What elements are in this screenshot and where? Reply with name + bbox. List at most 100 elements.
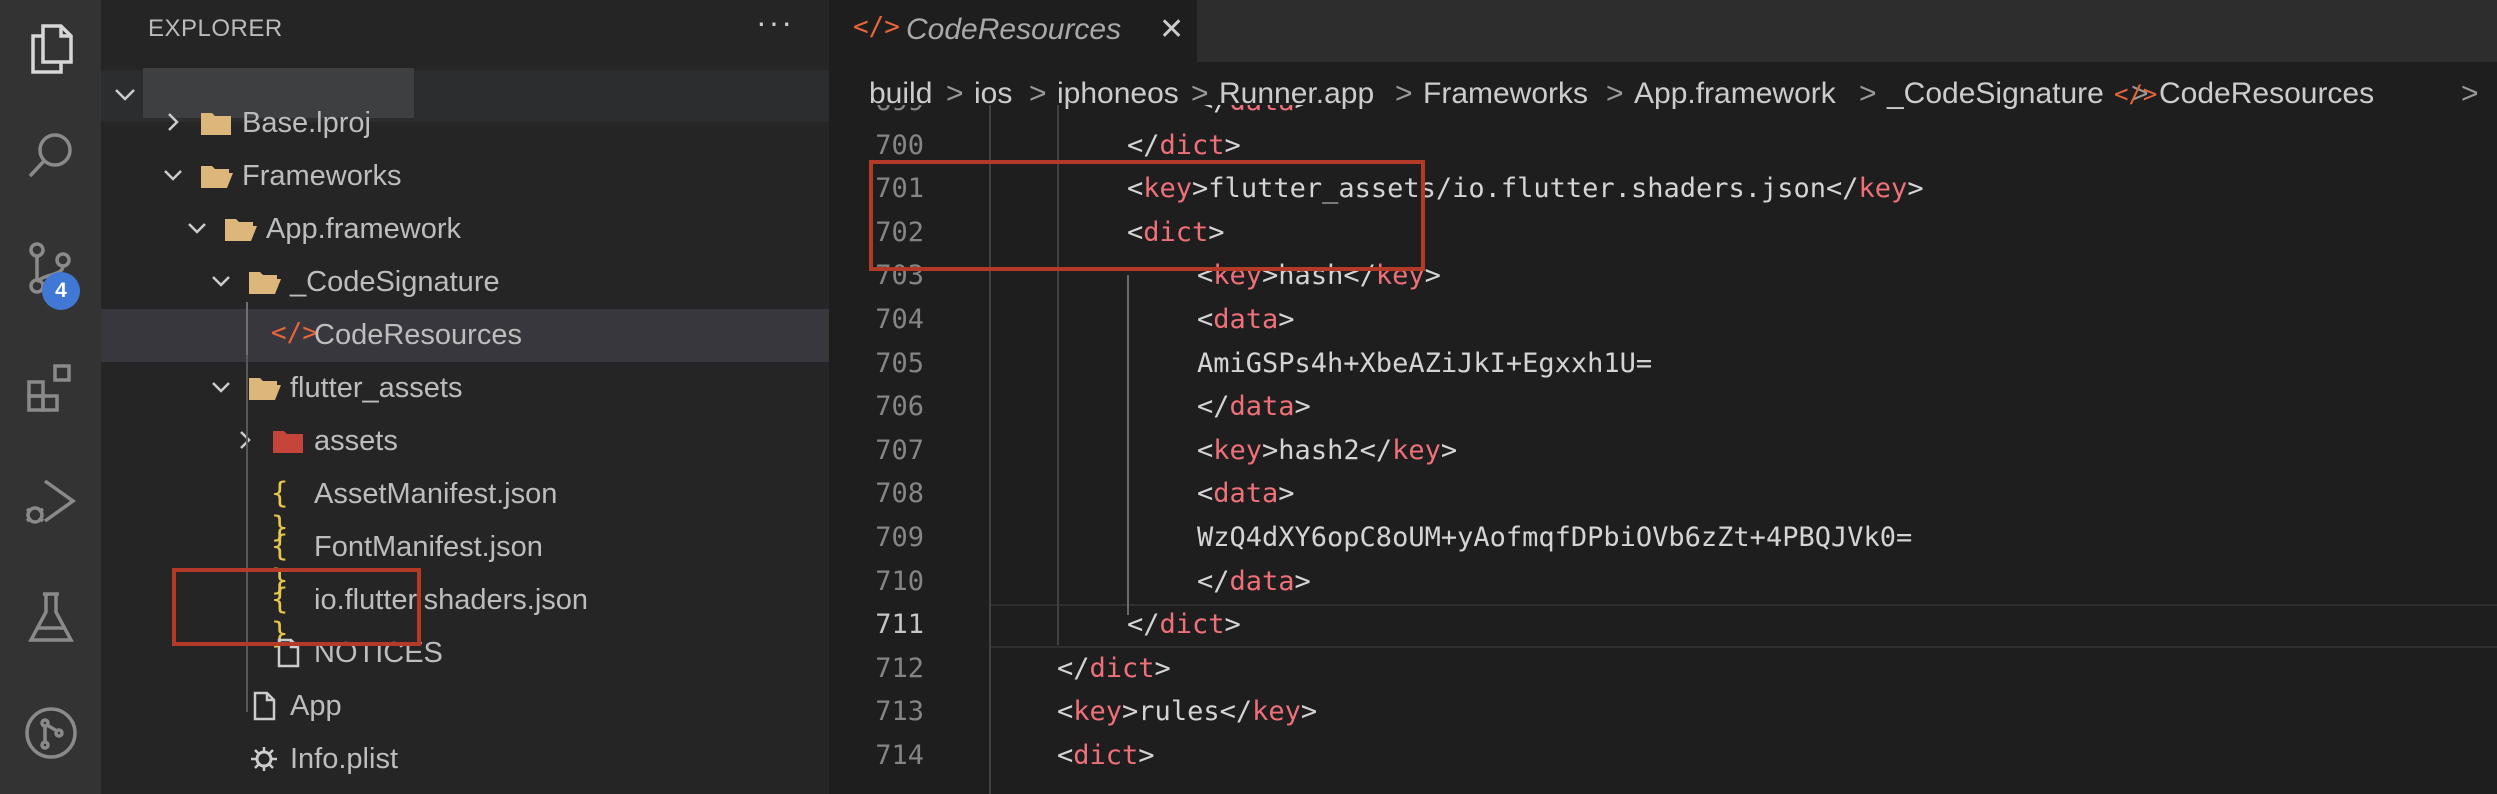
line-number: 704 <box>875 304 924 335</box>
line-number: 709 <box>875 522 924 553</box>
xml-file-icon: </> <box>853 12 900 42</box>
chevron-right-icon[interactable] <box>162 111 184 133</box>
code-line[interactable]: 712 </dict> <box>829 648 2497 692</box>
chevron-down-icon[interactable] <box>210 270 232 292</box>
tab-title: CodeResources <box>906 13 1122 46</box>
tree-item-label: assets <box>314 425 398 457</box>
run-debug-icon[interactable] <box>0 455 101 551</box>
line-number: 714 <box>875 740 924 771</box>
explorer-title: EXPLORER <box>148 15 283 42</box>
tree-item[interactable]: { } FontManifest.json <box>101 521 829 597</box>
json-file-icon: { } <box>271 476 288 544</box>
tree-item[interactable]: </> CodeResources <box>101 309 829 362</box>
chevron-down-icon[interactable] <box>162 164 184 186</box>
code-text: </dict> <box>1127 609 1241 641</box>
code-text: </data> <box>1197 565 1311 597</box>
close-icon[interactable]: ✕ <box>1159 12 1184 47</box>
indent-guide <box>246 302 248 712</box>
code-text: <dict> <box>1057 740 1155 771</box>
code-line[interactable]: 711 </dict> <box>829 604 2497 649</box>
code-text: WzQ4dXY6opC8oUM+yAofmqfDPbiOVb6zZt+4PBQJ… <box>1197 522 1913 553</box>
line-number: 712 <box>875 652 924 684</box>
xml-file-icon: </> <box>2114 80 2158 108</box>
indent-guide-active <box>1127 275 1129 615</box>
tree-item-label: CodeResources <box>314 319 522 351</box>
code-line[interactable]: 704 <data> <box>829 299 2497 343</box>
tree-item-label: AssetManifest.json <box>314 478 558 510</box>
assets-folder-icon <box>273 431 303 453</box>
scm-badge: 4 <box>42 272 80 310</box>
line-number: 705 <box>875 347 924 379</box>
tree-item[interactable]: { } AssetManifest.json <box>101 468 829 544</box>
tree-item-label: Frameworks <box>242 160 402 192</box>
line-number: 706 <box>875 391 924 423</box>
code-line[interactable]: 713 <key>rules</key> <box>829 691 2497 735</box>
folder-icon <box>249 272 281 294</box>
code-line[interactable]: 709 WzQ4dXY6opC8oUM+yAofmqfDPbiOVb6zZt+4P… <box>829 517 2497 561</box>
editor: </> CodeResources ✕ build > ios > iphoneos > R… <box>829 0 2497 794</box>
search-icon[interactable] <box>0 108 101 204</box>
code-text: <data> <box>1197 478 1295 510</box>
tree-item-label: Info.plist <box>290 743 398 775</box>
code-text: </dict> <box>1127 129 1241 161</box>
testing-icon[interactable] <box>0 570 101 666</box>
git-graph-icon[interactable] <box>0 685 101 781</box>
more-actions-button[interactable]: ··· <box>756 4 794 41</box>
xml-file-icon: </> <box>271 318 318 348</box>
line-number: 708 <box>875 478 924 510</box>
line-number: 710 <box>875 565 924 597</box>
code-line[interactable]: 714 <dict> <box>829 735 2497 779</box>
tree-item[interactable]: Base.lproj <box>101 97 829 150</box>
tree-item[interactable]: App <box>101 680 829 733</box>
folder-icon <box>201 166 233 188</box>
code-line[interactable]: 710 </data> <box>829 561 2497 605</box>
tree-item-label: Base.lproj <box>242 107 371 139</box>
tab-coderesources[interactable]: </> CodeResources ✕ <box>829 0 1197 62</box>
code-text: </data> <box>1197 105 1311 117</box>
line-number: 713 <box>875 696 924 728</box>
chevron-down-icon[interactable] <box>210 376 232 398</box>
code-line[interactable]: 706 </data> <box>829 386 2497 430</box>
code-line[interactable]: 707 <key>hash2</key> <box>829 430 2497 474</box>
explorer-sidebar: EXPLORER ··· Base.lproj Frameworks App.fra… <box>101 0 829 794</box>
code-line[interactable]: 708 <data> <box>829 473 2497 517</box>
code-text: <data> <box>1197 304 1295 335</box>
tree-item[interactable]: _CodeSignature <box>101 256 829 309</box>
folder-icon <box>249 378 281 400</box>
tree-item[interactable]: flutter_assets <box>101 362 829 415</box>
tree-item-label: _CodeSignature <box>290 266 500 298</box>
files-icon[interactable] <box>0 0 101 96</box>
code-line[interactable]: 699 </data> <box>829 105 2497 125</box>
tree-item[interactable]: Frameworks <box>101 150 829 203</box>
line-number: 707 <box>875 434 924 466</box>
highlight-box-code <box>869 160 1425 271</box>
extensions-icon[interactable] <box>0 340 101 436</box>
chevron-right-icon[interactable] <box>234 429 256 451</box>
gear-icon <box>251 747 277 771</box>
code-text: <key>hash2</key> <box>1197 434 1458 466</box>
chevron-down-icon[interactable] <box>186 217 208 239</box>
tab-bar: </> CodeResources ✕ <box>829 0 2497 62</box>
code-text: </data> <box>1197 391 1311 423</box>
tree-item[interactable]: App.framework <box>101 203 829 256</box>
tree-item-label: FontManifest.json <box>314 531 543 563</box>
tree-item-label: App.framework <box>266 213 462 245</box>
activity-bar: 4 <box>0 0 101 794</box>
tree-item-label: App <box>290 690 342 722</box>
json-file-icon: { } <box>271 529 288 597</box>
code-text: <key>rules</key> <box>1057 696 1318 728</box>
tree-item[interactable]: assets <box>101 415 829 468</box>
line-number: 711 <box>875 609 924 641</box>
line-number: 699 <box>829 105 924 117</box>
file-icon <box>253 691 276 721</box>
code-line[interactable]: 705 AmiGSPs4h+XbeAZiJkI+Egxxh1U= <box>829 343 2497 387</box>
folder-icon <box>225 219 257 241</box>
code-text: </dict> <box>1057 652 1171 684</box>
folder-icon <box>201 113 231 135</box>
tree-item-label: flutter_assets <box>290 372 463 404</box>
line-number: 700 <box>875 129 924 161</box>
highlight-box-file <box>172 568 421 646</box>
tree-item[interactable]: Info.plist <box>101 733 829 786</box>
indent-guide-active <box>246 302 248 355</box>
code-text: AmiGSPs4h+XbeAZiJkI+Egxxh1U= <box>1197 347 1653 379</box>
